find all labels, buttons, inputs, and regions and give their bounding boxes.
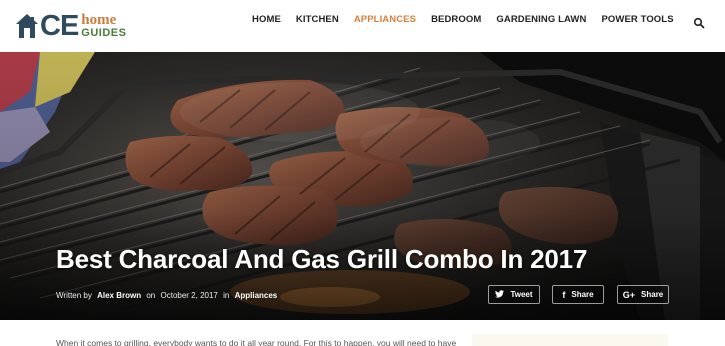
google-plus-icon: G+ [622,289,636,300]
tweet-button[interactable]: Tweet [488,285,540,304]
tweet-label: Tweet [510,290,533,299]
post-date: October 2, 2017 [160,291,218,300]
meta-written-by: Written by [56,291,92,300]
article-title: Best Charcoal And Gas Grill Combo In 201… [56,244,588,274]
nav-item-appliances[interactable]: APPLIANCES [354,14,416,25]
sidebar-box [472,334,668,346]
logo-guides: GUIDES [81,27,127,39]
nav-item-bedroom[interactable]: BEDROOM [431,14,481,25]
main-nav: HOME KITCHEN APPLIANCES BEDROOM GARDENIN… [252,14,689,25]
article-meta: Written by Alex Brown on October 2, 2017… [56,291,280,300]
category-link[interactable]: Appliances [235,291,278,300]
grill-photo [0,52,725,320]
hero-image: Best Charcoal And Gas Grill Combo In 201… [0,52,725,320]
gplus-share-label: Share [641,290,664,299]
facebook-share-label: Share [571,290,594,299]
article-first-line: When it comes to grilling, everybody wan… [56,338,457,346]
nav-item-kitchen[interactable]: KITCHEN [296,14,339,25]
meta-on: on [146,291,156,300]
facebook-share-button[interactable]: f Share [552,285,604,304]
facebook-icon: f [562,289,566,300]
logo-ce: CE [40,10,79,42]
meta-in: in [223,291,230,300]
nav-item-power-tools[interactable]: POWER TOOLS [601,14,673,25]
site-header: CE home GUIDES HOME KITCHEN APPLIANCES B… [0,0,725,52]
site-logo[interactable]: CE home GUIDES [15,10,126,42]
twitter-icon [495,289,505,300]
search-icon[interactable] [693,17,705,29]
nav-item-gardening-lawn[interactable]: GARDENING LAWN [496,14,586,25]
house-icon [16,14,38,38]
author-link[interactable]: Alex Brown [97,291,141,300]
gplus-share-button[interactable]: G+ Share [617,285,669,304]
nav-item-home[interactable]: HOME [252,14,281,25]
logo-home: home [81,12,117,28]
logo-words: home GUIDES [81,12,127,40]
